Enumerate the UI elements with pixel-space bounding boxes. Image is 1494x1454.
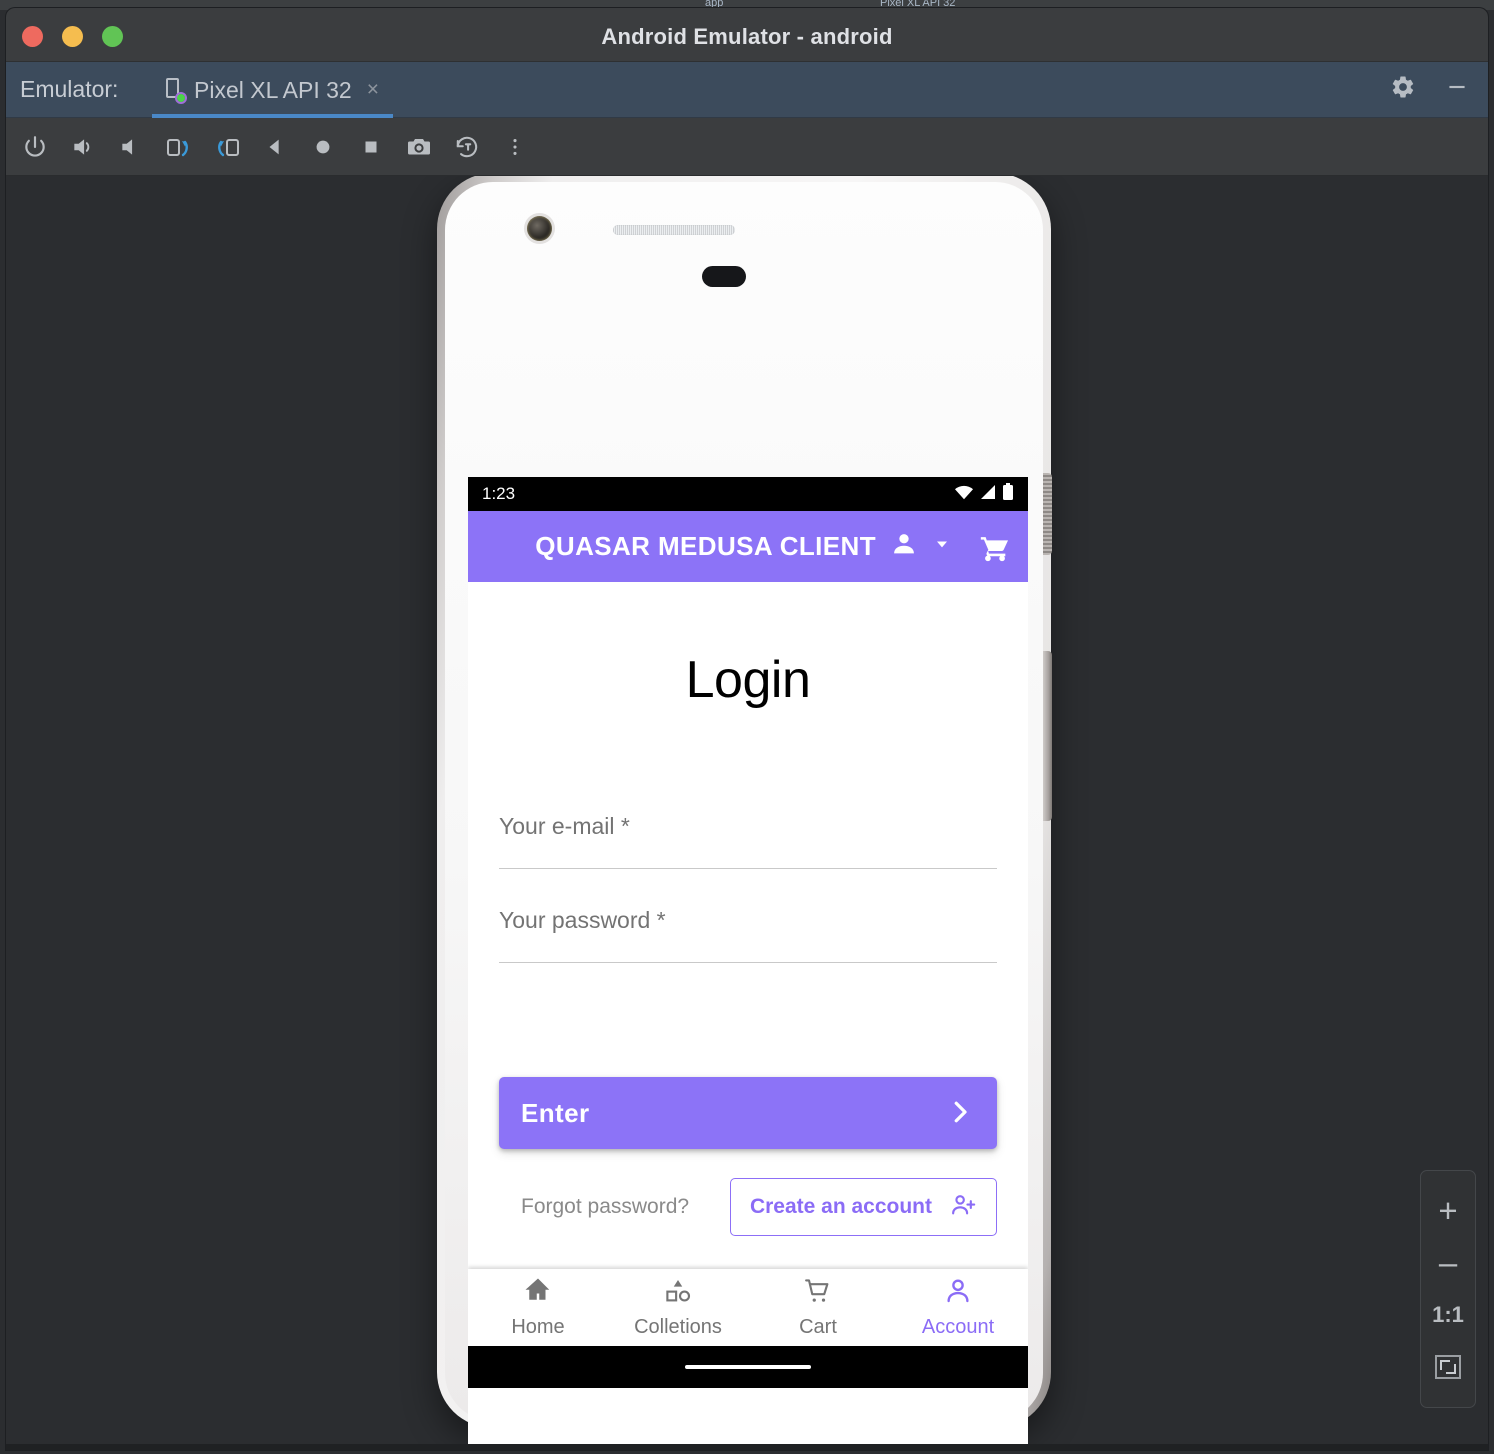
chevron-right-icon <box>945 1097 975 1130</box>
bottom-navigation: Home Colletions Cart Account <box>468 1269 1028 1346</box>
device-screen[interactable]: 1:23 QUASAR MEDUSA CLIENT Login Your e-m… <box>468 477 1028 1450</box>
create-account-button[interactable]: Create an account <box>729 1178 997 1236</box>
earpiece-speaker <box>613 225 735 235</box>
zoom-fit-icon <box>1435 1355 1461 1379</box>
create-account-label: Create an account <box>749 1195 932 1218</box>
nav-label-cart: Cart <box>799 1316 837 1338</box>
enter-button-label: Enter <box>521 1097 590 1128</box>
nav-item-home[interactable]: Home <box>468 1269 608 1346</box>
nav-label-home: Home <box>511 1316 565 1338</box>
zoom-in-button[interactable]: + <box>1420 1185 1476 1237</box>
android-status-bar: 1:23 <box>468 477 1028 511</box>
front-camera-icon <box>527 216 552 241</box>
person-icon <box>890 530 918 563</box>
status-time: 1:23 <box>482 484 516 503</box>
window-titlebar: Android Emulator - android <box>6 8 1488 62</box>
cart-icon[interactable] <box>978 530 1012 564</box>
zoom-fit-button[interactable] <box>1420 1341 1476 1393</box>
device-icon <box>166 78 187 104</box>
history-icon[interactable] <box>450 130 484 164</box>
app-toolbar: QUASAR MEDUSA CLIENT <box>468 511 1028 582</box>
password-field[interactable]: Your password * <box>499 907 997 1001</box>
home-icon[interactable] <box>306 130 340 164</box>
rotate-right-icon[interactable] <box>210 130 244 164</box>
tab-title: Pixel XL API 32 <box>194 76 352 103</box>
tab-pixel-xl-api-32[interactable]: Pixel XL API 32 × <box>152 62 393 118</box>
screenshot-icon[interactable] <box>402 130 436 164</box>
email-field-underline <box>499 868 997 869</box>
person-icon <box>943 1276 973 1311</box>
nav-label-account: Account <box>921 1316 995 1338</box>
signal-icon <box>979 484 997 505</box>
volume-down-icon[interactable] <box>114 130 148 164</box>
device-canvas: 1:23 QUASAR MEDUSA CLIENT Login Your e-m… <box>6 176 1488 1450</box>
app-title: QUASAR MEDUSA CLIENT <box>535 531 876 561</box>
login-form: Your e-mail * Your password * Enter Forg… <box>499 813 997 1236</box>
emulator-window: Android Emulator - android Emulator: Pix… <box>6 8 1488 1450</box>
device-volume-button[interactable] <box>1043 651 1052 821</box>
account-menu-button[interactable] <box>890 530 952 563</box>
sensor-notch <box>702 266 746 287</box>
password-field-label: Your password * <box>499 907 666 933</box>
gesture-pill <box>685 1365 811 1369</box>
login-page: Login Your e-mail * Your password * Ente… <box>468 582 1028 1388</box>
enter-button[interactable]: Enter <box>499 1077 997 1149</box>
device-power-button[interactable] <box>1043 473 1052 555</box>
rotate-left-icon[interactable] <box>162 130 196 164</box>
power-icon[interactable] <box>18 130 52 164</box>
email-field-label: Your e-mail * <box>499 813 630 839</box>
email-field[interactable]: Your e-mail * <box>499 813 997 907</box>
window-bottom-edge <box>6 1444 1488 1450</box>
nav-item-cart[interactable]: Cart <box>748 1269 888 1346</box>
chevron-down-icon <box>932 534 952 559</box>
page-title: Login <box>685 651 811 709</box>
zoom-reset-button[interactable]: 1:1 <box>1420 1289 1476 1341</box>
nav-item-account[interactable]: Account <box>888 1269 1028 1346</box>
person-add-icon <box>950 1192 977 1222</box>
home-icon <box>523 1276 553 1311</box>
emulated-device: 1:23 QUASAR MEDUSA CLIENT Login Your e-m… <box>431 176 1057 1450</box>
wifi-icon <box>954 484 974 505</box>
nav-item-collections[interactable]: Colletions <box>608 1269 748 1346</box>
cart-icon <box>803 1276 833 1311</box>
nav-label-collections: Colletions <box>634 1316 722 1338</box>
window-title: Android Emulator - android <box>601 24 893 49</box>
forgot-password-link[interactable]: Forgot password? <box>521 1195 689 1219</box>
tab-close-icon[interactable]: × <box>367 78 379 102</box>
android-gesture-bar[interactable] <box>468 1346 1028 1388</box>
back-icon[interactable] <box>258 130 292 164</box>
volume-up-icon[interactable] <box>66 130 100 164</box>
more-icon[interactable] <box>498 130 532 164</box>
window-minimize-icon[interactable] <box>1444 74 1470 100</box>
zoom-controls: + – 1:1 <box>1420 1170 1476 1408</box>
auth-links-row: Forgot password? Create an account <box>499 1178 997 1236</box>
category-icon <box>663 1276 693 1311</box>
overview-icon[interactable] <box>354 130 388 164</box>
gear-icon[interactable] <box>1390 74 1416 100</box>
battery-icon <box>1002 482 1014 506</box>
tabbar-section-label: Emulator: <box>20 76 119 102</box>
emulator-toolbar <box>6 118 1488 176</box>
zoom-out-button[interactable]: – <box>1420 1237 1476 1289</box>
emulator-tabbar: Emulator: Pixel XL API 32 × <box>6 62 1488 118</box>
password-field-underline <box>499 962 997 963</box>
